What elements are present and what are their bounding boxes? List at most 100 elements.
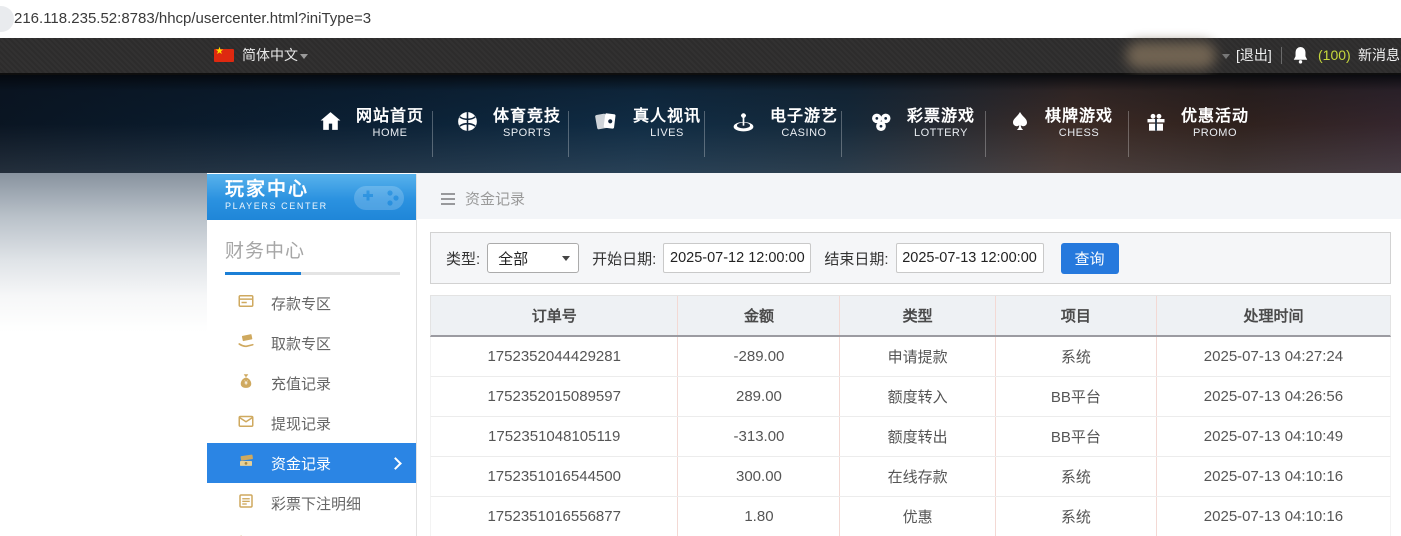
nav-label-zh: 彩票游戏 — [907, 108, 976, 126]
language-selector[interactable]: 简体中文 — [242, 38, 298, 73]
order-id-cell: 1752352044429281 — [431, 337, 679, 376]
browser-url-bar[interactable]: 216.118.235.52:8783/hhcp/usercenter.html… — [0, 0, 1401, 38]
column-header: 类型 — [840, 296, 996, 335]
amount-cell: -313.00 — [678, 417, 841, 456]
column-header: 金额 — [678, 296, 841, 335]
chevron-down-icon[interactable] — [1222, 54, 1230, 59]
order-id-cell: 1752351048105119 — [431, 417, 679, 456]
sidebar-item-label: 存款专区 — [271, 295, 332, 313]
end-date-input[interactable] — [895, 243, 1044, 273]
sidebar-item-withdrawal-record[interactable]: 提现记录 — [207, 403, 416, 443]
sidebar-item-deposit[interactable]: 存款专区 — [207, 283, 416, 323]
breadcrumb-band: 资金记录 — [417, 173, 1401, 219]
banknotes-icon — [237, 452, 255, 474]
nav-item-lottery[interactable]: 彩票游戏 LOTTERY — [868, 75, 975, 173]
time-cell: 2025-07-13 04:10:16 — [1203, 468, 1344, 485]
sidebar-section-title: 财务中心 — [225, 241, 306, 262]
nav-item-lives[interactable]: 真人视讯 LIVES — [593, 75, 701, 173]
nav-label-zh: 棋牌游戏 — [1045, 108, 1114, 126]
withdraw-hand-icon — [237, 332, 255, 354]
sidebar-item-withdraw[interactable]: 取款专区 — [207, 323, 416, 363]
time-cell: 2025-07-13 04:27:24 — [1203, 348, 1344, 365]
playing-cards-icon — [593, 109, 620, 139]
nav-label-en: HOME — [372, 127, 408, 140]
project-cell: 系统 — [996, 457, 1157, 496]
china-flag-icon: ★ — [214, 46, 234, 62]
gift-icon — [1144, 109, 1168, 139]
hamburger-icon — [441, 192, 455, 205]
type-cell: 额度转入 — [840, 377, 996, 416]
gamepad-icon — [350, 178, 408, 220]
column-header: 订单号 — [431, 296, 679, 335]
table-row: 1752351048105119 -313.00 额度转出 BB平台 2025-… — [430, 417, 1391, 457]
document-icon — [237, 492, 255, 514]
nav-separator — [1128, 111, 1129, 157]
sidebar-item-label: 资金记录 — [271, 455, 332, 473]
project-cell: BB平台 — [996, 417, 1157, 456]
nav-item-chess[interactable]: 棋牌游戏 CHESS — [1008, 75, 1113, 173]
spade-icon — [1008, 109, 1032, 139]
type-select-value: 全部 — [498, 250, 529, 268]
type-label: 类型: — [446, 250, 481, 268]
chevron-down-icon — [562, 256, 571, 261]
column-header: 处理时间 — [1243, 308, 1304, 325]
nav-label-zh: 体育竞技 — [493, 108, 562, 126]
amount-cell: 289.00 — [678, 377, 841, 416]
nav-label-en: LOTTERY — [913, 127, 969, 140]
divider — [1281, 47, 1282, 64]
time-cell: 2025-07-13 04:26:56 — [1203, 388, 1344, 405]
nav-item-promo[interactable]: 优惠活动 PROMO — [1144, 75, 1249, 173]
type-cell: 额度转出 — [840, 417, 996, 456]
chevron-right-icon — [389, 457, 402, 470]
table-row: 1752352044429281 -289.00 申请提款 系统 2025-07… — [430, 337, 1391, 377]
list-icon — [237, 532, 255, 536]
sidebar-item-label: 提现记录 — [271, 415, 332, 433]
search-button[interactable]: 查询 — [1060, 242, 1119, 274]
nav-separator — [841, 111, 842, 157]
table-row: 1752351016544500 300.00 在线存款 系统 2025-07-… — [430, 457, 1391, 497]
type-cell: 在线存款 — [840, 457, 996, 496]
sidebar-item-recharge-record[interactable]: ¥ 充值记录 — [207, 363, 416, 403]
money-bag-icon: ¥ — [237, 372, 255, 394]
sidebar-item-funds-record[interactable]: 资金记录 — [207, 443, 416, 483]
type-cell: 申请提款 — [840, 337, 996, 376]
nav-label-en: PROMO — [1192, 127, 1238, 140]
table-header-row: 订单号 金额 类型 项目 处理时间 — [430, 295, 1391, 337]
sidebar-item-room-bet-record[interactable]: 厅室投注记录 — [207, 523, 416, 536]
message-count[interactable]: (100) — [1318, 38, 1351, 73]
sidebar-header: 玩家中心 PLAYERS CENTER — [207, 174, 416, 220]
sidebar-item-label: 充值记录 — [271, 375, 332, 393]
home-icon — [318, 109, 343, 139]
sidebar-section-underline — [225, 272, 400, 275]
sports-ball-icon — [455, 109, 480, 139]
nav-separator — [568, 111, 569, 157]
nav-item-casino[interactable]: 电子游艺 CASINO — [730, 75, 838, 173]
breadcrumb: 资金记录 — [465, 191, 526, 208]
nav-separator — [704, 111, 705, 157]
time-cell: 2025-07-13 04:10:49 — [1203, 428, 1344, 445]
sidebar: 玩家中心 PLAYERS CENTER 财务中心 存款专区 取款专区 ¥ 充值记… — [207, 174, 417, 536]
bell-icon[interactable] — [1292, 46, 1309, 70]
start-date-input[interactable] — [663, 243, 812, 273]
deposit-icon — [237, 292, 255, 314]
sidebar-item-lottery-bet-details[interactable]: 彩票下注明细 — [207, 483, 416, 523]
project-cell: BB平台 — [996, 377, 1157, 416]
top-bar: ★ 简体中文 [退出] (100) 新消息 — [0, 38, 1401, 75]
new-messages-link[interactable]: 新消息 — [1358, 38, 1400, 73]
nav-label-en: LIVES — [650, 127, 684, 140]
sidebar-item-label: 彩票下注明细 — [271, 495, 362, 513]
sidebar-item-label: 厅室投注记录 — [271, 533, 361, 536]
nav-separator — [985, 111, 986, 157]
roulette-icon — [730, 109, 757, 139]
nav-item-sports[interactable]: 体育竞技 SPORTS — [455, 75, 561, 173]
nav-item-home[interactable]: 网站首页 HOME — [318, 75, 424, 173]
browser-ui-fragment — [0, 6, 14, 32]
url-text[interactable]: 216.118.235.52:8783/hhcp/usercenter.html… — [14, 0, 371, 38]
chevron-down-icon[interactable] — [300, 54, 308, 59]
type-select[interactable]: 全部 — [487, 243, 580, 273]
amount-cell: -289.00 — [678, 337, 841, 376]
nav-separator — [432, 111, 433, 157]
nav-label-en: SPORTS — [502, 127, 552, 140]
logout-button[interactable]: [退出] — [1236, 38, 1272, 73]
sidebar-menu: 存款专区 取款专区 ¥ 充值记录 提现记录 资金记录 彩票下注明细 — [207, 283, 416, 536]
